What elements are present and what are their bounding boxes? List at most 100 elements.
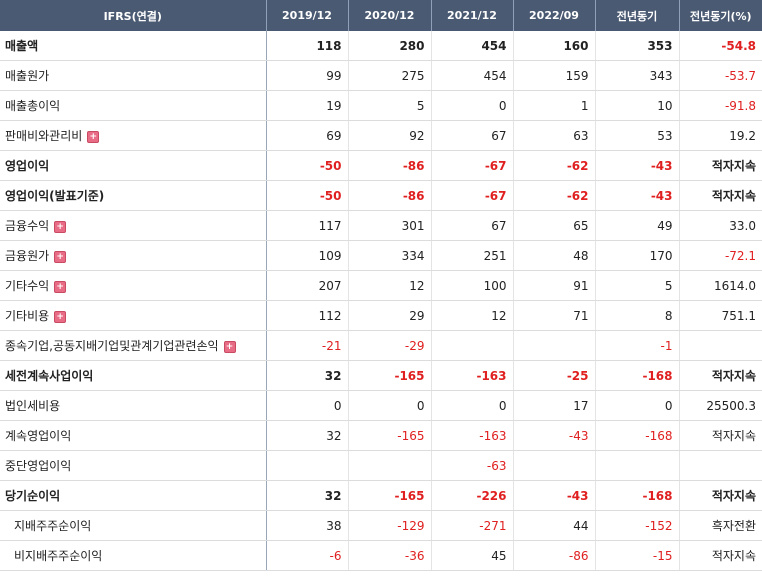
value-cell: -21 (265, 330, 348, 361)
row-label: 법인세비용 (5, 399, 61, 413)
value-cell: -86 (347, 180, 431, 211)
header-col-prev-period-pct: 전년동기(%) (679, 0, 762, 31)
value-cell: 53 (594, 120, 679, 151)
cell-value: 67 (491, 128, 507, 143)
plus-icon[interactable]: + (54, 280, 67, 293)
cell-value: -67 (484, 158, 507, 173)
row-label-cell[interactable]: 기타비용 + (0, 300, 266, 331)
value-cell: 적자지속 (678, 150, 762, 181)
value-cell: 353 (594, 31, 679, 61)
row-label: 매출총이익 (5, 99, 61, 113)
cell-value: -53.7 (724, 68, 756, 83)
value-cell: 112 (265, 300, 348, 331)
value-cell: 751.1 (678, 300, 762, 331)
cell-value: -54.8 (721, 38, 756, 53)
cell-value: 5 (664, 278, 673, 293)
row-label: 금융원가 (5, 249, 50, 263)
cell-value: 67 (491, 218, 507, 233)
row-label: 영업이익(발표기준) (5, 189, 105, 203)
table-row: 기타수익 +207 12 100 91 5 1614.0 (0, 270, 762, 301)
row-label-cell: 법인세비용 (0, 390, 266, 421)
plus-icon[interactable]: + (223, 340, 236, 353)
cell-value: 170 (649, 248, 673, 263)
plus-icon[interactable]: + (54, 250, 67, 263)
plus-icon[interactable]: + (54, 220, 67, 233)
value-cell (594, 450, 679, 481)
row-label: 기타수익 (5, 279, 50, 293)
cell-value: 207 (318, 278, 342, 293)
cell-value: 19 (326, 98, 342, 113)
value-cell: -165 (347, 480, 431, 511)
cell-value: 112 (318, 308, 342, 323)
cell-value: -1 (660, 338, 673, 353)
value-cell: 적자지속 (678, 420, 762, 451)
cell-value: 45 (491, 548, 507, 563)
cell-value: 751.1 (721, 308, 756, 323)
cell-value: -72.1 (724, 248, 756, 263)
cell-value: -67 (484, 188, 507, 203)
cell-value: 적자지속 (711, 429, 756, 443)
cell-value: -63 (486, 458, 507, 473)
cell-value: 109 (318, 248, 342, 263)
cell-value: -152 (645, 518, 673, 533)
value-cell: 10 (594, 90, 679, 121)
value-cell: 207 (265, 270, 348, 301)
value-cell: -129 (347, 510, 431, 541)
value-cell (678, 330, 762, 361)
table-row: 판매비와관리비 +69 92 67 63 53 19.2 (0, 120, 762, 151)
plus-icon[interactable]: + (54, 310, 67, 323)
value-cell: -63 (430, 450, 513, 481)
header-row: IFRS(연결) 2019/12 2020/12 2021/12 2022/09… (0, 0, 762, 31)
value-cell: -53.7 (678, 60, 762, 91)
row-label-cell[interactable]: 금융원가 + (0, 240, 266, 271)
value-cell: -62 (512, 150, 595, 181)
cell-value: 92 (409, 128, 425, 143)
cell-value: 0 (333, 398, 342, 413)
value-cell: 334 (347, 240, 431, 271)
header-col-2021-12: 2021/12 (431, 0, 514, 31)
row-label-cell[interactable]: 기타수익 + (0, 270, 266, 301)
value-cell: -163 (430, 360, 513, 391)
row-label-cell[interactable]: 종속기업,공동지배기업및관계기업관련손익 + (0, 330, 266, 361)
plus-icon[interactable]: + (87, 130, 100, 143)
value-cell: -163 (430, 420, 513, 451)
value-cell: 49 (594, 210, 679, 241)
value-cell: 12 (347, 270, 431, 301)
value-cell: 12 (430, 300, 513, 331)
cell-value: 1614.0 (714, 278, 756, 293)
row-label: 지배주주순이익 (14, 519, 92, 533)
value-cell: 109 (265, 240, 348, 271)
cell-value: -163 (479, 428, 507, 443)
value-cell: 45 (430, 540, 513, 571)
cell-value: 275 (401, 68, 425, 83)
value-cell (347, 450, 431, 481)
row-label: 계속영업이익 (5, 429, 72, 443)
value-cell: -168 (594, 420, 679, 451)
value-cell: -1 (594, 330, 679, 361)
cell-value: 29 (409, 308, 425, 323)
row-label-cell: 지배주주순이익 (0, 510, 266, 541)
value-cell: -165 (347, 420, 431, 451)
row-label: 금융수익 (5, 219, 50, 233)
value-cell: 8 (594, 300, 679, 331)
value-cell: 적자지속 (678, 540, 762, 571)
cell-value: 53 (657, 128, 673, 143)
cell-value: 117 (318, 218, 342, 233)
cell-value: 91 (573, 278, 589, 293)
value-cell: 117 (265, 210, 348, 241)
cell-value: 44 (573, 518, 589, 533)
value-cell: -165 (347, 360, 431, 391)
value-cell: -15 (594, 540, 679, 571)
cell-value: 33.0 (729, 218, 756, 233)
value-cell: -43 (594, 180, 679, 211)
table-row: 영업이익 -50 -86 -67 -62 -43 적자지속 (0, 150, 762, 181)
value-cell: -271 (430, 510, 513, 541)
cell-value: 0 (498, 98, 507, 113)
row-label-cell[interactable]: 금융수익 + (0, 210, 266, 241)
value-cell: 17 (512, 390, 595, 421)
table-row: 종속기업,공동지배기업및관계기업관련손익 + -21 -29 -1 (0, 330, 762, 361)
row-label-cell[interactable]: 판매비와관리비 + (0, 120, 266, 151)
cell-value: -29 (404, 338, 425, 353)
header-col-2019-12: 2019/12 (266, 0, 349, 31)
row-label: 비지배주주순이익 (14, 549, 103, 563)
